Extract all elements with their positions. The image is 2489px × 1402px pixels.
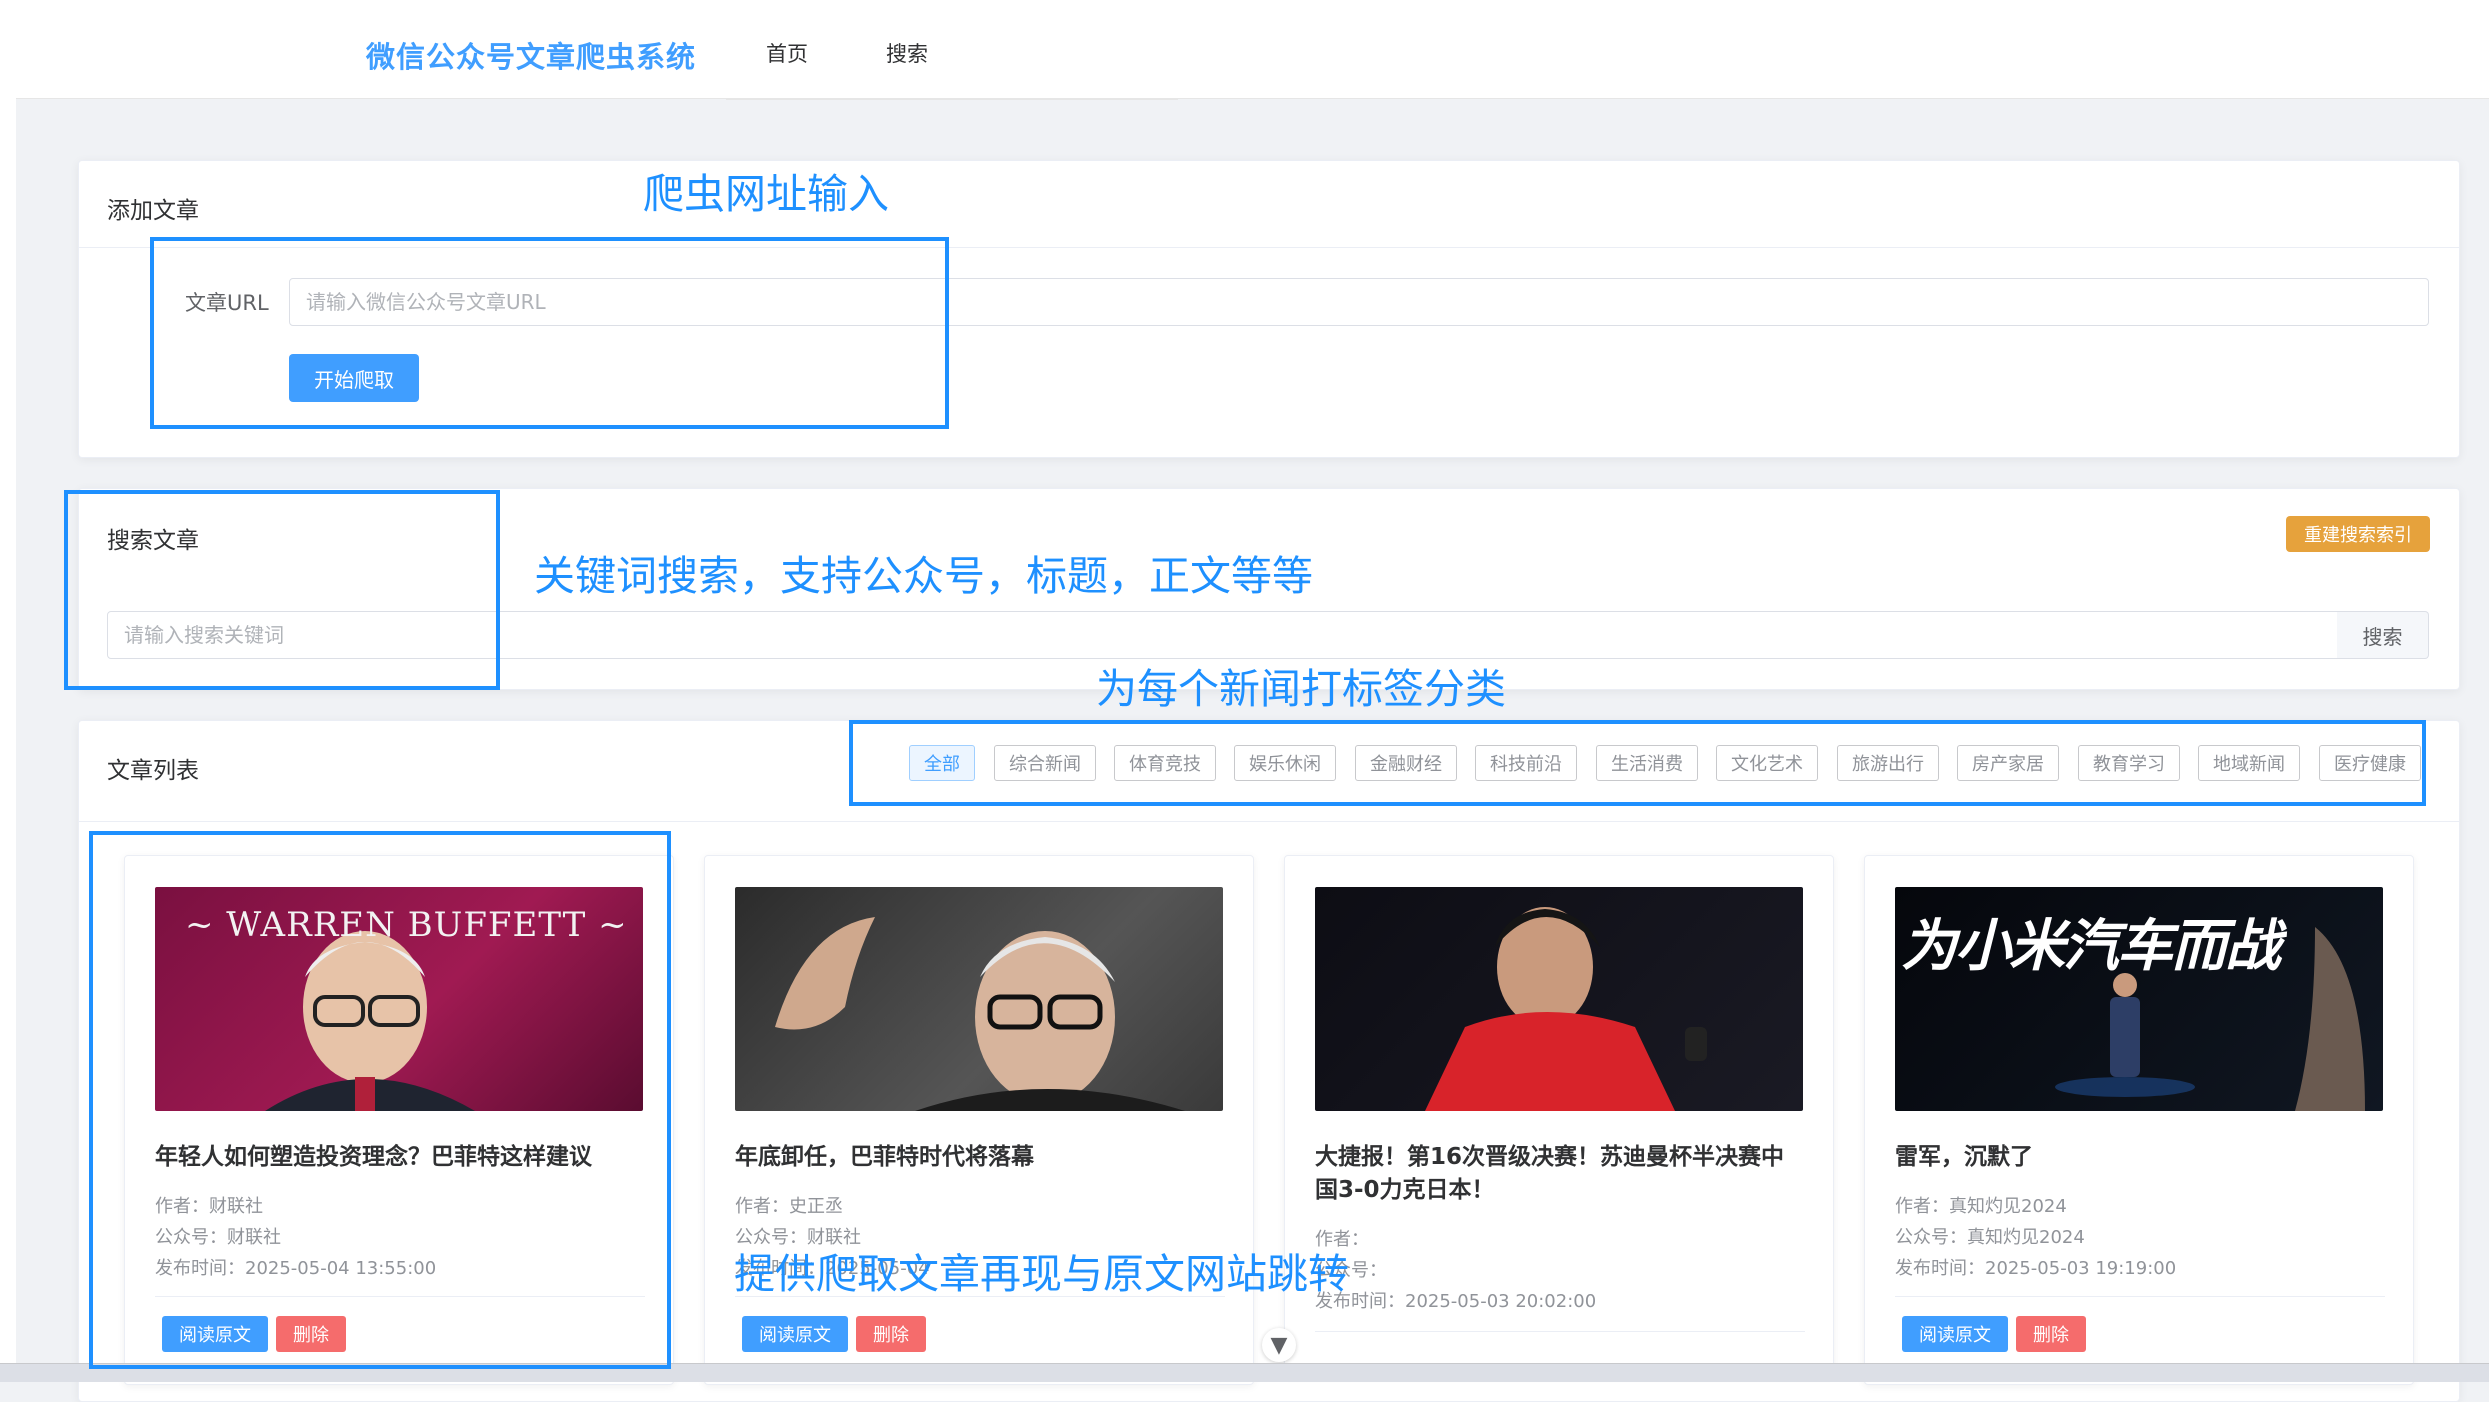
category-tag[interactable]: 文化艺术 bbox=[1716, 745, 1818, 781]
start-crawl-button[interactable]: 开始爬取 bbox=[289, 354, 419, 402]
category-tag[interactable]: 金融财经 bbox=[1355, 745, 1457, 781]
annotation-reproduce: 提供爬取文章再现与原文网站跳转 bbox=[734, 1250, 1349, 1298]
article-thumbnail[interactable] bbox=[735, 887, 1223, 1111]
category-tag[interactable]: 生活消费 bbox=[1596, 745, 1698, 781]
article-author: 作者：史正丞 bbox=[735, 1196, 843, 1217]
add-card-title: 添加文章 bbox=[107, 198, 199, 224]
divider bbox=[1895, 1296, 2385, 1297]
delete-button[interactable]: 删除 bbox=[276, 1316, 346, 1352]
annotation-url-input: 爬虫网址输入 bbox=[643, 170, 889, 218]
add-article-card: 添加文章 文章URL 开始爬取 bbox=[78, 160, 2460, 458]
article-thumbnail[interactable]: ~ WARREN BUFFETT ~ bbox=[155, 887, 643, 1111]
category-tag[interactable]: 教育学习 bbox=[2078, 745, 2180, 781]
article-card: 大捷报！第16次晋级决赛！苏迪曼杯半决赛中国3-0力克日本！ 作者： 公众号： … bbox=[1284, 855, 1834, 1375]
category-tag[interactable]: 科技前沿 bbox=[1475, 745, 1577, 781]
nav-item-search[interactable]: 搜索 bbox=[886, 38, 928, 68]
app-title: 微信公众号文章爬虫系统 bbox=[366, 40, 697, 74]
athlete-image bbox=[1425, 907, 1707, 1111]
horizontal-scrollbar[interactable] bbox=[0, 1363, 2489, 1382]
article-card: 为小米汽车而战 雷军，沉默了 作者：真知灼见2024 公众号：真知灼见2024 … bbox=[1864, 855, 2414, 1385]
annotation-keyword-search: 关键词搜索，支持公众号，标题，正文等等 bbox=[534, 552, 1313, 600]
category-tag[interactable]: 房产家居 bbox=[1957, 745, 2059, 781]
search-button[interactable]: 搜索 bbox=[2337, 611, 2429, 659]
read-original-button[interactable]: 阅读原文 bbox=[742, 1316, 848, 1352]
list-card-title: 文章列表 bbox=[107, 758, 199, 784]
chevron-down-icon[interactable]: ▼ bbox=[1262, 1328, 1296, 1362]
url-input[interactable] bbox=[289, 278, 2429, 326]
annotation-tagging: 为每个新闻打标签分类 bbox=[1096, 665, 1506, 713]
article-thumbnail[interactable] bbox=[1315, 887, 1803, 1111]
article-thumbnail[interactable]: 为小米汽车而战 bbox=[1895, 887, 2383, 1111]
article-author: 作者：财联社 bbox=[155, 1196, 263, 1217]
nav-item-home[interactable]: 首页 bbox=[766, 38, 808, 68]
article-author: 作者：真知灼见2024 bbox=[1895, 1196, 2067, 1217]
divider bbox=[155, 1296, 645, 1297]
article-title[interactable]: 年轻人如何塑造投资理念？巴菲特这样建议 bbox=[155, 1141, 645, 1174]
article-account: 公众号：真知灼见2024 bbox=[1895, 1227, 2085, 1248]
category-tag[interactable]: 综合新闻 bbox=[994, 745, 1096, 781]
article-title[interactable]: 年底卸任，巴菲特时代将落幕 bbox=[735, 1141, 1225, 1174]
article-card: 年底卸任，巴菲特时代将落幕 作者：史正丞 公众号：财联社 发布时间：2025-0… bbox=[704, 855, 1254, 1385]
card-header: 添加文章 bbox=[79, 161, 2459, 248]
rebuild-index-button[interactable]: 重建搜索索引 bbox=[2286, 516, 2430, 552]
divider bbox=[1315, 1331, 1805, 1332]
category-tag-all[interactable]: 全部 bbox=[909, 745, 975, 781]
article-card: ~ WARREN BUFFETT ~ 年轻人如何塑造投资理念？巴菲特这样建议 作… bbox=[124, 855, 674, 1385]
top-navbar: 微信公众号文章爬虫系统 首页 搜索 bbox=[0, 0, 2489, 100]
search-card-title: 搜索文章 bbox=[107, 528, 199, 554]
portrait-image bbox=[775, 917, 1185, 1111]
left-strip bbox=[0, 98, 16, 1381]
article-title[interactable]: 雷军，沉默了 bbox=[1895, 1141, 2385, 1174]
image-caption: ~ WARREN BUFFETT ~ bbox=[185, 905, 628, 945]
category-tag[interactable]: 娱乐休闲 bbox=[1234, 745, 1336, 781]
url-label: 文章URL bbox=[185, 291, 269, 315]
category-tag[interactable]: 医疗健康 bbox=[2319, 745, 2421, 781]
delete-button[interactable]: 删除 bbox=[856, 1316, 926, 1352]
search-input[interactable] bbox=[107, 611, 2367, 659]
category-tag[interactable]: 体育竞技 bbox=[1114, 745, 1216, 781]
article-time: 发布时间：2025-05-03 20:02:00 bbox=[1315, 1291, 1597, 1312]
article-time: 发布时间：2025-05-04 13:55:00 bbox=[155, 1258, 437, 1279]
article-account: 公众号：财联社 bbox=[155, 1227, 281, 1248]
read-original-button[interactable]: 阅读原文 bbox=[1902, 1316, 2008, 1352]
category-tag[interactable]: 地域新闻 bbox=[2198, 745, 2300, 781]
category-tag[interactable]: 旅游出行 bbox=[1837, 745, 1939, 781]
image-caption: 为小米汽车而战 bbox=[1901, 914, 2281, 979]
delete-button[interactable]: 删除 bbox=[2016, 1316, 2086, 1352]
nav-menu: 首页 搜索 bbox=[726, 0, 1178, 100]
article-title[interactable]: 大捷报！第16次晋级决赛！苏迪曼杯半决赛中国3-0力克日本！ bbox=[1315, 1141, 1805, 1207]
article-time: 发布时间：2025-05-03 19:19:00 bbox=[1895, 1258, 2177, 1279]
read-original-button[interactable]: 阅读原文 bbox=[162, 1316, 268, 1352]
